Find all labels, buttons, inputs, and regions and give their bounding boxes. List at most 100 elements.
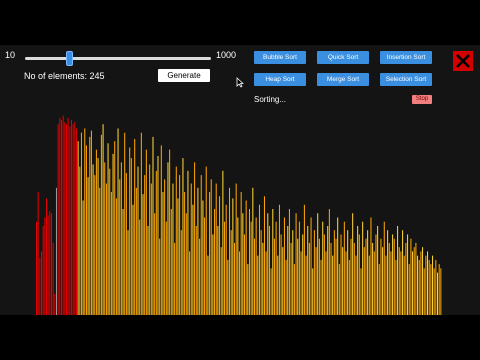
array-bar — [114, 141, 116, 315]
array-bar — [417, 255, 419, 315]
array-bar — [440, 268, 442, 315]
array-bar — [348, 259, 350, 315]
array-bar — [54, 293, 56, 315]
array-bar — [177, 198, 179, 315]
array-bar — [225, 204, 227, 315]
array-bar — [75, 128, 77, 315]
array-bar — [327, 225, 329, 315]
array-bar — [290, 242, 292, 315]
array-bar — [240, 192, 242, 315]
array-bar — [36, 221, 38, 315]
array-bar — [85, 145, 87, 315]
array-bar — [229, 187, 231, 315]
array-bar — [99, 187, 101, 315]
array-bar — [398, 247, 400, 315]
array-bar — [109, 168, 111, 315]
array-bar — [210, 179, 212, 315]
array-bar — [95, 149, 97, 315]
array-bar — [57, 124, 59, 315]
array-bar — [150, 183, 152, 315]
array-bar — [267, 213, 269, 315]
array-bar — [265, 251, 267, 315]
array-bar — [227, 259, 229, 315]
array-bar — [122, 209, 124, 315]
array-bar — [367, 230, 369, 315]
array-bar — [142, 194, 144, 315]
array-bar — [283, 217, 285, 315]
array-bar — [428, 259, 430, 315]
array-bar — [412, 251, 414, 315]
array-bar — [383, 221, 385, 315]
array-bar — [167, 162, 169, 315]
array-bar — [430, 264, 432, 315]
array-bar — [135, 187, 137, 315]
array-bar — [303, 204, 305, 315]
array-bar — [278, 204, 280, 315]
array-bar — [97, 158, 99, 315]
array-bar — [413, 247, 415, 315]
array-bar — [373, 251, 375, 315]
array-bar — [402, 230, 404, 315]
array-bar — [305, 255, 307, 315]
array-bar — [164, 179, 166, 315]
array-bar — [69, 126, 71, 315]
array-bar — [353, 242, 355, 315]
array-bar — [400, 251, 402, 315]
array-bar — [105, 183, 107, 315]
array-bar — [174, 242, 176, 315]
array-bar — [433, 268, 435, 315]
array-bar — [67, 117, 69, 315]
array-bar — [214, 209, 216, 315]
array-bar — [350, 238, 352, 315]
array-bar — [243, 234, 246, 315]
array-bar — [190, 183, 192, 315]
array-bar — [437, 272, 439, 315]
array-bar — [127, 230, 129, 315]
array-bar — [322, 221, 324, 315]
array-bar — [438, 264, 440, 315]
array-bar — [107, 143, 109, 315]
array-bar — [170, 209, 172, 315]
array-bar — [134, 139, 136, 315]
array-bar — [343, 221, 345, 315]
array-bar — [298, 221, 300, 315]
array-bar — [315, 247, 317, 315]
array-bar — [155, 170, 157, 315]
array-bar — [117, 128, 119, 315]
array-bar — [257, 255, 259, 315]
array-bar — [337, 217, 339, 315]
array-bar — [195, 225, 197, 315]
array-bar — [182, 158, 184, 315]
array-bar — [403, 255, 405, 315]
array-bar — [405, 242, 407, 315]
array-bar — [82, 200, 84, 315]
array-bar — [175, 166, 177, 315]
array-bar — [358, 234, 360, 315]
array-bar — [39, 257, 41, 315]
array-bar — [232, 198, 234, 315]
array-bar — [100, 134, 102, 315]
array-bar — [285, 259, 287, 315]
array-bar — [392, 234, 394, 315]
array-bar — [420, 251, 422, 315]
array-bar — [275, 221, 277, 315]
array-bar — [165, 221, 167, 315]
array-bar — [247, 264, 249, 315]
array-bar — [130, 158, 132, 315]
array-bar — [112, 153, 114, 315]
array-bar — [159, 238, 161, 315]
array-bar — [77, 141, 79, 315]
array-bar — [162, 192, 164, 315]
array-bar — [65, 124, 67, 315]
array-bar — [258, 204, 260, 315]
array-bar — [270, 268, 272, 315]
array-bar — [352, 213, 354, 315]
array-bar — [184, 192, 186, 315]
array-bar — [80, 132, 82, 315]
array-bar — [297, 238, 299, 315]
array-bar — [212, 234, 214, 315]
array-bar — [64, 122, 66, 315]
array-bar — [422, 247, 424, 315]
array-bar — [45, 198, 48, 315]
array-bar — [368, 255, 370, 315]
